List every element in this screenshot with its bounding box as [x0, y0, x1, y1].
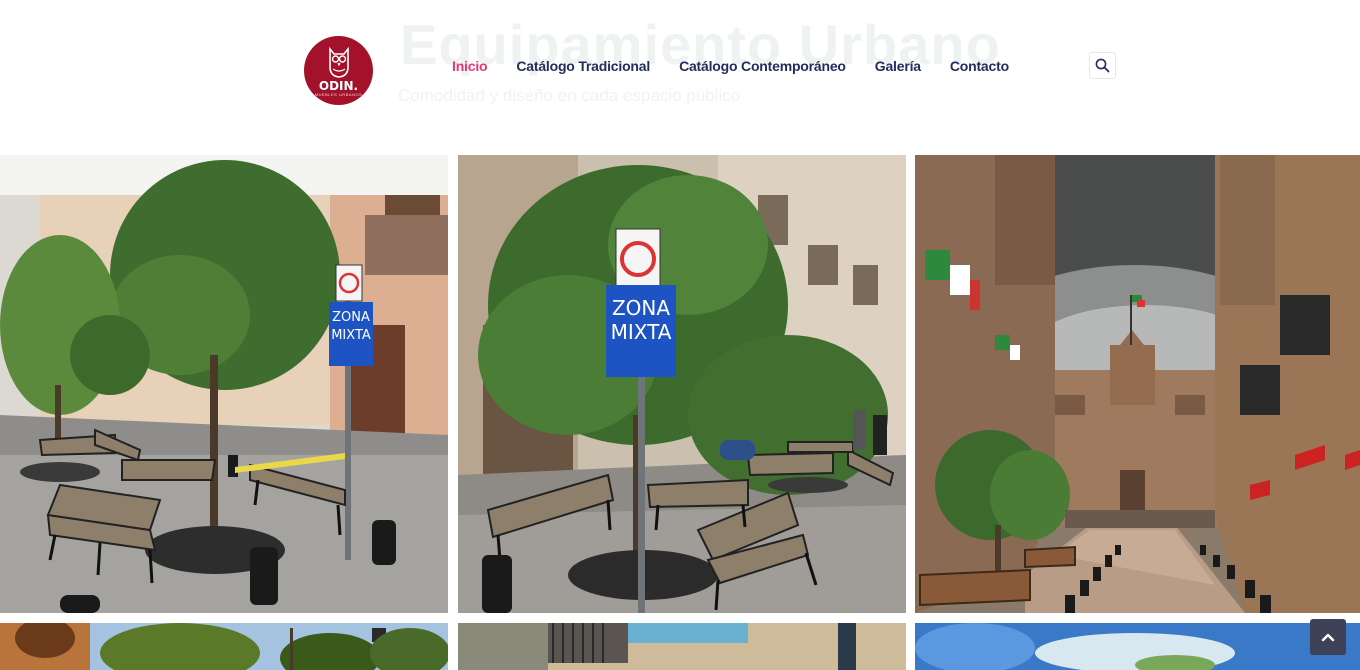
- gallery-photo-wall[interactable]: [458, 623, 906, 670]
- zona-sign-line2: MIXTA: [331, 328, 371, 343]
- logo-brand: ODIN.: [318, 78, 359, 93]
- search-icon: [1095, 58, 1110, 73]
- page: Equipamiento Urbano Comodidad y diseño e…: [0, 0, 1360, 670]
- nav-item-inicio[interactable]: Inicio: [452, 58, 488, 74]
- chevron-up-icon: [1321, 633, 1335, 642]
- nav-item-galeria[interactable]: Galería: [875, 58, 921, 74]
- logo-tagline: MUEBLES URBANOS: [314, 91, 363, 97]
- owl-icon: [328, 46, 349, 78]
- gallery-photo-garden[interactable]: [0, 623, 448, 670]
- main-nav: Inicio Catálogo Tradicional Catálogo Con…: [452, 58, 1038, 74]
- scroll-to-top-button[interactable]: [1310, 619, 1346, 655]
- zona-sign-line1: ZONA: [612, 296, 670, 320]
- search-button[interactable]: [1089, 52, 1116, 79]
- nav-item-contacto[interactable]: Contacto: [950, 58, 1009, 74]
- gallery-photo-blue-sky[interactable]: [915, 623, 1360, 670]
- hero-subtitle: Comodidad y diseño en cada espacio públi…: [398, 86, 741, 105]
- nav-item-catalogo-tradicional[interactable]: Catálogo Tradicional: [516, 58, 650, 74]
- gallery-photo-plaza-benches-2[interactable]: ZONA MIXTA: [458, 155, 906, 613]
- gallery-photo-cathedral-street[interactable]: [915, 155, 1360, 613]
- zona-sign-line1: ZONA: [332, 310, 370, 325]
- gallery-photo-plaza-benches-1[interactable]: ZONA MIXTA: [0, 155, 448, 613]
- logo[interactable]: ODIN. MUEBLES URBANOS: [304, 36, 373, 105]
- zona-sign-line2: MIXTA: [611, 320, 672, 344]
- nav-item-catalogo-contemporaneo[interactable]: Catálogo Contemporáneo: [679, 58, 846, 74]
